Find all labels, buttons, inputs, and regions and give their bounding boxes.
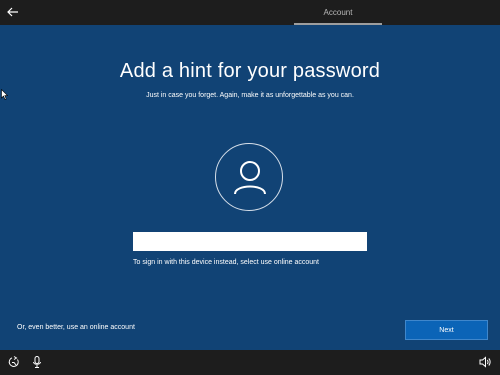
bottom-bar xyxy=(0,350,500,375)
password-hint-input[interactable] xyxy=(133,232,367,251)
back-button[interactable] xyxy=(5,4,21,20)
avatar xyxy=(215,143,283,211)
online-account-link[interactable]: Or, even better, use an online account xyxy=(17,324,135,331)
ease-of-access-button[interactable] xyxy=(7,355,21,369)
tab-account: Account xyxy=(294,0,382,25)
user-icon xyxy=(234,161,266,195)
top-bar: Account xyxy=(0,0,500,25)
microphone-icon xyxy=(33,356,41,368)
volume-button[interactable] xyxy=(478,355,492,369)
microphone-button[interactable] xyxy=(30,355,44,369)
next-button[interactable]: Next xyxy=(405,320,488,340)
use-online-account-link[interactable]: To sign in with this device instead, sel… xyxy=(133,259,319,266)
page-title: Add a hint for your password xyxy=(119,60,381,82)
volume-icon xyxy=(479,356,491,368)
arrow-left-icon xyxy=(7,7,18,17)
page-subtitle: Just in case you forget. Again, make it … xyxy=(146,92,354,99)
ease-of-access-icon xyxy=(8,356,19,367)
